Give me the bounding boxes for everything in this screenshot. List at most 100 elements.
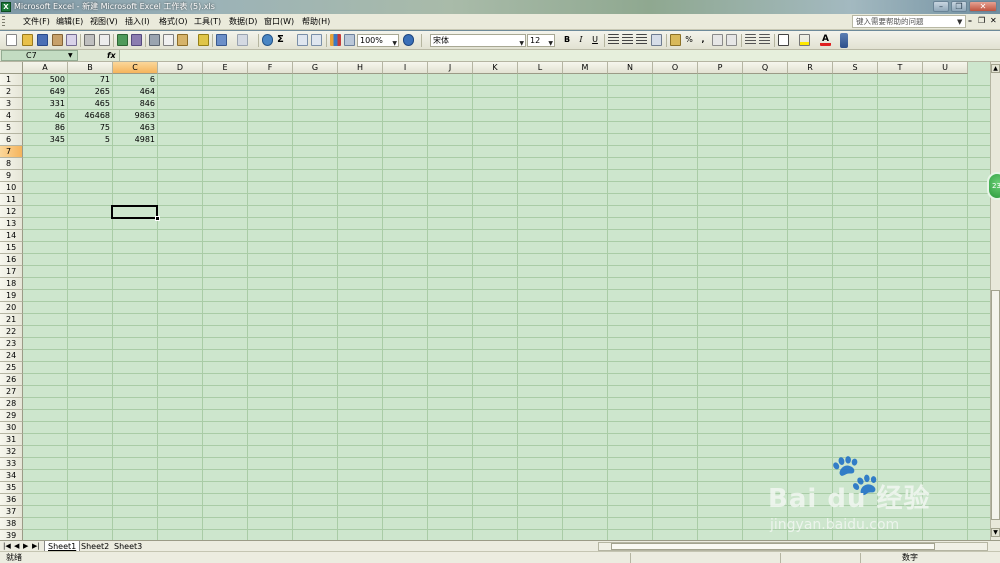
close-button[interactable]: ✕ [969, 1, 997, 12]
row-header-27[interactable]: 27 [0, 386, 23, 398]
fill-color-icon[interactable] [799, 34, 810, 46]
column-header-u[interactable]: U [923, 62, 968, 74]
increase-indent-icon[interactable] [759, 34, 770, 46]
cell-a6[interactable]: 345 [23, 134, 68, 146]
permission-icon[interactable] [52, 34, 63, 46]
column-header-l[interactable]: L [518, 62, 563, 74]
cell-a1[interactable]: 500 [23, 74, 68, 86]
menu-view[interactable]: 视图(V) [88, 16, 120, 28]
print-preview-icon[interactable] [99, 34, 110, 46]
last-sheet-icon[interactable]: ▶| [32, 541, 40, 551]
chevron-down-icon[interactable]: ▼ [68, 52, 73, 59]
column-header-a[interactable]: A [23, 62, 68, 74]
email-icon[interactable] [66, 34, 77, 46]
merge-center-icon[interactable] [651, 34, 662, 46]
cell-c5[interactable]: 463 [113, 122, 158, 134]
column-header-r[interactable]: R [788, 62, 833, 74]
column-header-t[interactable]: T [878, 62, 923, 74]
row-header-15[interactable]: 15 [0, 242, 23, 254]
cell-c6[interactable]: 4981 [113, 134, 158, 146]
row-header-39[interactable]: 39 [0, 530, 23, 540]
row-header-7[interactable]: 7 [0, 146, 23, 158]
menu-tools[interactable]: 工具(T) [192, 16, 223, 28]
scrollbar-thumb[interactable] [991, 290, 1000, 520]
row-header-31[interactable]: 31 [0, 434, 23, 446]
menu-insert[interactable]: 插入(I) [123, 16, 152, 28]
scroll-up-icon[interactable]: ▲ [991, 64, 1000, 73]
column-header-f[interactable]: F [248, 62, 293, 74]
row-header-16[interactable]: 16 [0, 254, 23, 266]
help-icon[interactable] [403, 34, 414, 46]
column-header-s[interactable]: S [833, 62, 878, 74]
next-sheet-icon[interactable]: ▶ [23, 541, 28, 551]
row-header-11[interactable]: 11 [0, 194, 23, 206]
cell-a4[interactable]: 46 [23, 110, 68, 122]
cell-b1[interactable]: 71 [68, 74, 113, 86]
row-header-33[interactable]: 33 [0, 458, 23, 470]
workbook-minimize-button[interactable]: – [968, 16, 972, 25]
chart-wizard-icon[interactable] [330, 34, 341, 46]
row-header-29[interactable]: 29 [0, 410, 23, 422]
decrease-indent-icon[interactable] [745, 34, 756, 46]
select-all-button[interactable] [0, 62, 23, 74]
menu-window[interactable]: 窗口(W) [262, 16, 296, 28]
sort-ascending-icon[interactable] [297, 34, 308, 46]
scroll-down-icon[interactable]: ▼ [991, 528, 1000, 537]
column-header-o[interactable]: O [653, 62, 698, 74]
cell-b5[interactable]: 75 [68, 122, 113, 134]
toolbar-grip[interactable] [2, 16, 5, 28]
cell-a3[interactable]: 331 [23, 98, 68, 110]
cell-a2[interactable]: 649 [23, 86, 68, 98]
font-size-select[interactable]: 12 ▼ [527, 34, 555, 47]
column-header-c[interactable]: C [113, 62, 158, 74]
worksheet-grid[interactable]: ABCDEFGHIJKLMNOPQRSTU 1 2 3 4 5 6 7 8 9 10 11 12 13 1… [0, 62, 990, 540]
drawing-icon[interactable] [344, 34, 355, 46]
cell-b3[interactable]: 465 [68, 98, 113, 110]
align-left-icon[interactable] [608, 34, 619, 46]
row-header-32[interactable]: 32 [0, 446, 23, 458]
first-sheet-icon[interactable]: |◀ [3, 541, 11, 551]
help-search-input[interactable]: 键入需要帮助的问题 [852, 15, 966, 28]
column-header-d[interactable]: D [158, 62, 203, 74]
toolbar-options-button[interactable] [840, 33, 848, 48]
row-header-21[interactable]: 21 [0, 314, 23, 326]
restore-button[interactable]: ❐ [951, 1, 967, 12]
hyperlink-icon[interactable] [262, 34, 273, 46]
comma-style-icon[interactable]: , [697, 34, 709, 46]
row-header-9[interactable]: 9 [0, 170, 23, 182]
menu-help[interactable]: 帮助(H) [300, 16, 332, 28]
font-select[interactable]: 宋体 ▼ [430, 34, 526, 47]
row-header-13[interactable]: 13 [0, 218, 23, 230]
paste-icon[interactable] [177, 34, 188, 46]
row-header-34[interactable]: 34 [0, 470, 23, 482]
row-header-20[interactable]: 20 [0, 302, 23, 314]
column-header-k[interactable]: K [473, 62, 518, 74]
cell-c2[interactable]: 464 [113, 86, 158, 98]
zoom-select[interactable]: 100% ▼ [357, 34, 399, 47]
row-header-4[interactable]: 4 [0, 110, 23, 122]
save-icon[interactable] [37, 34, 48, 46]
workbook-restore-button[interactable]: ❐ [978, 16, 985, 25]
column-header-j[interactable]: J [428, 62, 473, 74]
column-header-n[interactable]: N [608, 62, 653, 74]
column-header-p[interactable]: P [698, 62, 743, 74]
row-header-23[interactable]: 23 [0, 338, 23, 350]
print-icon[interactable] [84, 34, 95, 46]
workbook-close-button[interactable]: ✕ [990, 16, 997, 25]
row-header-17[interactable]: 17 [0, 266, 23, 278]
name-box[interactable]: C7 [1, 50, 78, 61]
menu-edit[interactable]: 编辑(E) [54, 16, 85, 28]
row-header-19[interactable]: 19 [0, 290, 23, 302]
row-header-2[interactable]: 2 [0, 86, 23, 98]
help-dropdown-icon[interactable]: ▼ [957, 18, 962, 26]
row-header-3[interactable]: 3 [0, 98, 23, 110]
cell-a5[interactable]: 86 [23, 122, 68, 134]
increase-decimal-icon[interactable] [712, 34, 723, 46]
underline-button[interactable]: U [589, 34, 601, 46]
row-header-1[interactable]: 1 [0, 74, 23, 86]
open-icon[interactable] [22, 34, 33, 46]
row-header-25[interactable]: 25 [0, 362, 23, 374]
column-header-i[interactable]: I [383, 62, 428, 74]
spelling-icon[interactable] [117, 34, 128, 46]
cell-c3[interactable]: 846 [113, 98, 158, 110]
